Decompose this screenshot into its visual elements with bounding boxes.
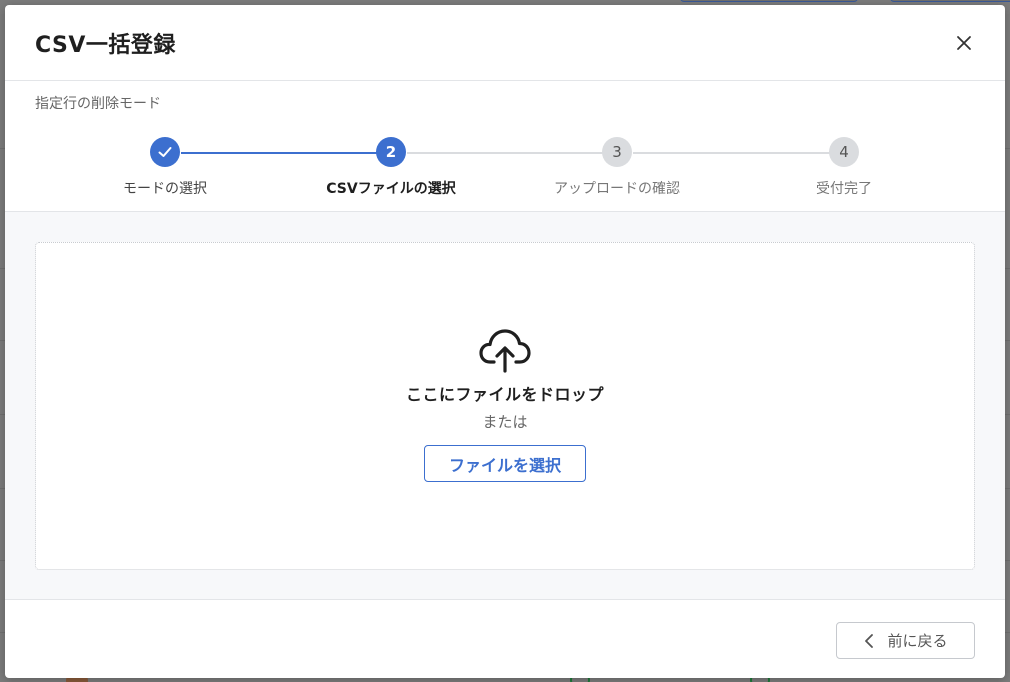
chevron-left-icon [865,633,874,648]
dropzone-title: ここにファイルをドロップ [405,385,604,404]
csv-import-modal: CSV一括登録 指定行の削除モード モードの選択 2 CSVファイルの選択 3 … [5,5,1005,678]
background-button [680,0,858,2]
step-number: 3 [602,137,632,167]
step-label: モードの選択 [123,181,207,197]
back-button-label: 前に戻る [887,632,948,650]
cloud-upload-icon [479,329,531,373]
check-icon [158,147,172,157]
back-button[interactable]: 前に戻る [836,622,975,659]
step-number: 2 [376,137,406,167]
step-mode-selection: モードの選択 [65,137,265,198]
dropzone-or-text: または [482,413,528,431]
close-button[interactable] [949,28,979,58]
close-icon [957,35,971,50]
step-upload-confirmation: 3 アップロードの確認 [517,137,717,198]
select-file-button[interactable]: ファイルを選択 [424,445,586,482]
stepper: モードの選択 2 CSVファイルの選択 3 アップロードの確認 4 受付完了 [5,115,1005,212]
step-label: 受付完了 [816,181,872,197]
file-dropzone[interactable]: ここにファイルをドロップ または ファイルを選択 [35,242,975,570]
step-check-circle [150,137,180,167]
step-completed: 4 受付完了 [744,137,944,198]
mode-subheader: 指定行の削除モード [35,96,161,112]
modal-body: ここにファイルをドロップ または ファイルを選択 [5,212,1005,600]
background-button [890,0,1010,2]
modal-header: CSV一括登録 [5,5,1005,81]
step-label: アップロードの確認 [554,181,680,197]
step-csv-selection: 2 CSVファイルの選択 [291,137,491,198]
modal-title: CSV一括登録 [35,32,176,58]
modal-footer: 前に戻る [5,601,1005,678]
step-label: CSVファイルの選択 [326,181,456,197]
step-number: 4 [829,137,859,167]
